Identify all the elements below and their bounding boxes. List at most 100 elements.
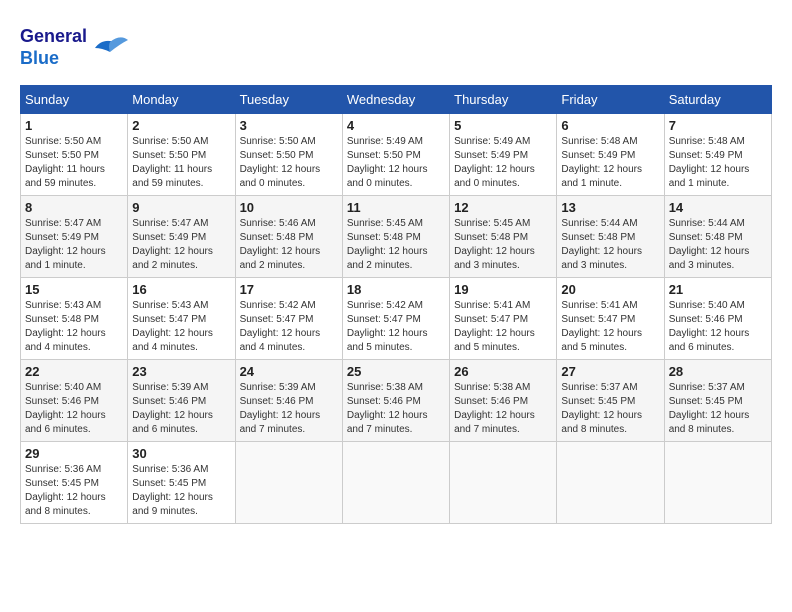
calendar-header-thursday: Thursday [450,86,557,114]
calendar-cell [557,442,664,524]
day-info: Sunrise: 5:41 AM Sunset: 5:47 PM Dayligh… [454,299,552,355]
day-number: 16 [132,282,230,297]
calendar-cell: 4 Sunrise: 5:49 AM Sunset: 5:50 PM Daylig… [342,114,449,196]
calendar-cell [450,442,557,524]
calendar-cell: 14Sunrise: 5:44 AM Sunset: 5:48 PM Dayli… [664,196,771,278]
day-info: Sunrise: 5:38 AM Sunset: 5:46 PM Dayligh… [454,381,552,437]
calendar-cell: 5 Sunrise: 5:49 AM Sunset: 5:49 PM Daylig… [450,114,557,196]
calendar-cell: 26 Sunrise: 5:38 AM Sunset: 5:46 PM Dayli… [450,360,557,442]
day-info: Sunrise: 5:42 AM Sunset: 5:47 PM Dayligh… [240,299,338,355]
calendar-header-wednesday: Wednesday [342,86,449,114]
calendar-cell: 22Sunrise: 5:40 AM Sunset: 5:46 PM Dayli… [21,360,128,442]
day-info: Sunrise: 5:36 AM Sunset: 5:45 PM Dayligh… [132,463,230,519]
calendar-cell: 2 Sunrise: 5:50 AM Sunset: 5:50 PM Daylig… [128,114,235,196]
calendar-cell: 20 Sunrise: 5:41 AM Sunset: 5:47 PM Dayli… [557,278,664,360]
day-info: Sunrise: 5:41 AM Sunset: 5:47 PM Dayligh… [561,299,659,355]
calendar-cell: 8Sunrise: 5:47 AM Sunset: 5:49 PM Daylig… [21,196,128,278]
day-number: 12 [454,200,552,215]
calendar-cell: 28 Sunrise: 5:37 AM Sunset: 5:45 PM Dayli… [664,360,771,442]
day-info: Sunrise: 5:48 AM Sunset: 5:49 PM Dayligh… [561,135,659,191]
day-info: Sunrise: 5:38 AM Sunset: 5:46 PM Dayligh… [347,381,445,437]
day-info: Sunrise: 5:39 AM Sunset: 5:46 PM Dayligh… [132,381,230,437]
calendar-cell: 17 Sunrise: 5:42 AM Sunset: 5:47 PM Dayli… [235,278,342,360]
day-number: 13 [561,200,659,215]
day-info: Sunrise: 5:50 AM Sunset: 5:50 PM Dayligh… [132,135,230,191]
day-info: Sunrise: 5:39 AM Sunset: 5:46 PM Dayligh… [240,381,338,437]
calendar-cell: 13 Sunrise: 5:44 AM Sunset: 5:48 PM Dayli… [557,196,664,278]
calendar-cell: 9 Sunrise: 5:47 AM Sunset: 5:49 PM Daylig… [128,196,235,278]
day-number: 10 [240,200,338,215]
page-header: General Blue [20,20,772,75]
day-info: Sunrise: 5:50 AM Sunset: 5:50 PM Dayligh… [25,135,123,191]
day-number: 7 [669,118,767,133]
calendar-week-2: 8 Sunrise: 5:47 AM Sunset: 5:49 PM Daylig… [21,196,772,278]
day-number: 28 [669,364,767,379]
day-number: 11 [347,200,445,215]
day-number: 18 [347,282,445,297]
day-number: 26 [454,364,552,379]
calendar-header-saturday: Saturday [664,86,771,114]
calendar-cell: 23 Sunrise: 5:39 AM Sunset: 5:46 PM Dayli… [128,360,235,442]
day-number: 30 [132,446,230,461]
calendar-cell: 25Sunrise: 5:38 AM Sunset: 5:46 PM Dayli… [342,360,449,442]
day-info: Sunrise: 5:43 AM Sunset: 5:48 PM Dayligh… [25,299,123,355]
calendar-table: SundayMondayTuesdayWednesdayThursdayFrid… [20,85,772,524]
day-info: Sunrise: 5:40 AM Sunset: 5:46 PM Dayligh… [669,299,767,355]
calendar-week-1: 1 Sunrise: 5:50 AM Sunset: 5:50 PM Daylig… [21,114,772,196]
calendar-header-row: SundayMondayTuesdayWednesdayThursdayFrid… [21,86,772,114]
day-number: 1 [25,118,123,133]
day-info: Sunrise: 5:43 AM Sunset: 5:47 PM Dayligh… [132,299,230,355]
day-info: Sunrise: 5:45 AM Sunset: 5:48 PM Dayligh… [454,217,552,273]
day-info: Sunrise: 5:42 AM Sunset: 5:47 PM Dayligh… [347,299,445,355]
day-number: 23 [132,364,230,379]
svg-text:General: General [20,26,87,46]
calendar-cell: 3 Sunrise: 5:50 AM Sunset: 5:50 PM Daylig… [235,114,342,196]
day-number: 5 [454,118,552,133]
day-number: 6 [561,118,659,133]
day-number: 8 [25,200,123,215]
day-info: Sunrise: 5:40 AM Sunset: 5:46 PM Dayligh… [25,381,123,437]
calendar-week-4: 22Sunrise: 5:40 AM Sunset: 5:46 PM Dayli… [21,360,772,442]
calendar-cell: 11 Sunrise: 5:45 AM Sunset: 5:48 PM Dayli… [342,196,449,278]
day-info: Sunrise: 5:49 AM Sunset: 5:50 PM Dayligh… [347,135,445,191]
day-number: 17 [240,282,338,297]
calendar-header-sunday: Sunday [21,86,128,114]
calendar-week-5: 29Sunrise: 5:36 AM Sunset: 5:45 PM Dayli… [21,442,772,524]
day-number: 27 [561,364,659,379]
day-info: Sunrise: 5:44 AM Sunset: 5:48 PM Dayligh… [561,217,659,273]
day-number: 2 [132,118,230,133]
day-info: Sunrise: 5:48 AM Sunset: 5:49 PM Dayligh… [669,135,767,191]
calendar-cell: 19Sunrise: 5:41 AM Sunset: 5:47 PM Dayli… [450,278,557,360]
svg-text:Blue: Blue [20,48,59,68]
day-number: 9 [132,200,230,215]
calendar-header-monday: Monday [128,86,235,114]
logo: General Blue [20,20,130,75]
calendar-cell: 12 Sunrise: 5:45 AM Sunset: 5:48 PM Dayli… [450,196,557,278]
day-info: Sunrise: 5:49 AM Sunset: 5:49 PM Dayligh… [454,135,552,191]
calendar-cell: 7 Sunrise: 5:48 AM Sunset: 5:49 PM Daylig… [664,114,771,196]
calendar-cell [235,442,342,524]
day-info: Sunrise: 5:37 AM Sunset: 5:45 PM Dayligh… [561,381,659,437]
calendar-cell: 1 Sunrise: 5:50 AM Sunset: 5:50 PM Daylig… [21,114,128,196]
day-number: 20 [561,282,659,297]
day-info: Sunrise: 5:45 AM Sunset: 5:48 PM Dayligh… [347,217,445,273]
day-info: Sunrise: 5:36 AM Sunset: 5:45 PM Dayligh… [25,463,123,519]
calendar-cell: 21 Sunrise: 5:40 AM Sunset: 5:46 PM Dayli… [664,278,771,360]
day-info: Sunrise: 5:47 AM Sunset: 5:49 PM Dayligh… [132,217,230,273]
calendar-cell: 30 Sunrise: 5:36 AM Sunset: 5:45 PM Dayli… [128,442,235,524]
day-number: 4 [347,118,445,133]
day-number: 24 [240,364,338,379]
calendar-cell: 6 Sunrise: 5:48 AM Sunset: 5:49 PM Daylig… [557,114,664,196]
calendar-header-friday: Friday [557,86,664,114]
day-info: Sunrise: 5:50 AM Sunset: 5:50 PM Dayligh… [240,135,338,191]
day-info: Sunrise: 5:46 AM Sunset: 5:48 PM Dayligh… [240,217,338,273]
day-info: Sunrise: 5:44 AM Sunset: 5:48 PM Dayligh… [669,217,767,273]
calendar-cell: 15 Sunrise: 5:43 AM Sunset: 5:48 PM Dayli… [21,278,128,360]
day-number: 21 [669,282,767,297]
day-number: 15 [25,282,123,297]
calendar-cell [342,442,449,524]
calendar-cell: 18 Sunrise: 5:42 AM Sunset: 5:47 PM Dayli… [342,278,449,360]
day-info: Sunrise: 5:37 AM Sunset: 5:45 PM Dayligh… [669,381,767,437]
calendar-cell: 29Sunrise: 5:36 AM Sunset: 5:45 PM Dayli… [21,442,128,524]
day-number: 3 [240,118,338,133]
